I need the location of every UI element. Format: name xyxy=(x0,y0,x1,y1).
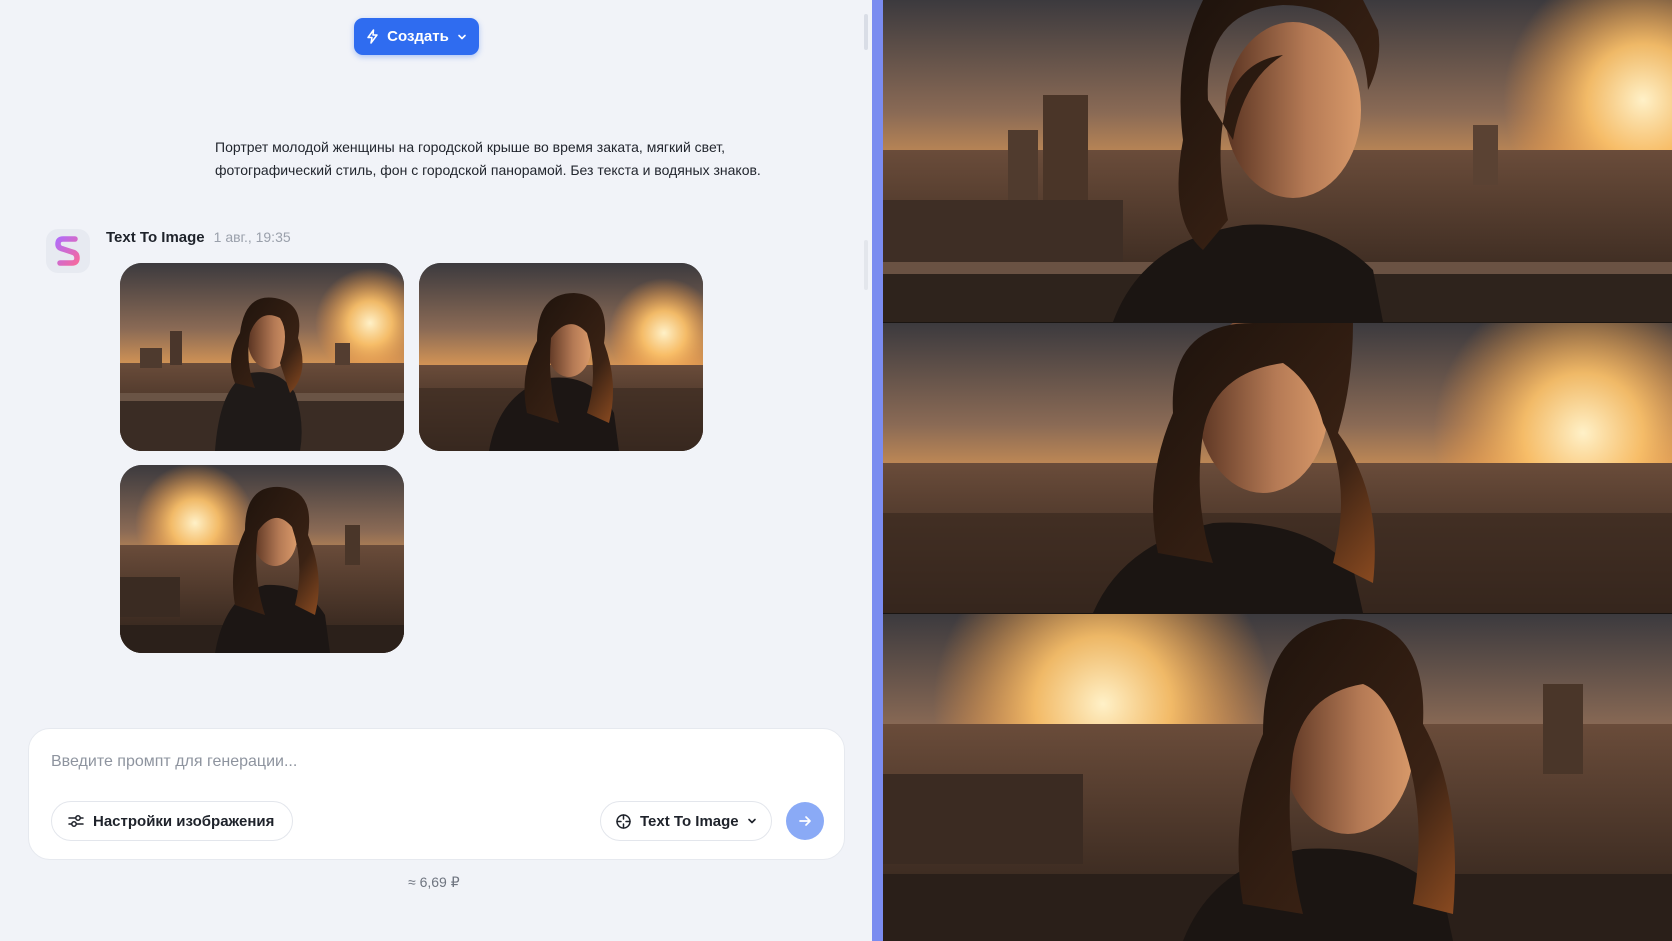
message-header: Text To Image 1 авг., 19:35 xyxy=(106,229,291,246)
prompt-composer: Настройки изображения Text To Image xyxy=(28,728,845,860)
preview-image[interactable] xyxy=(883,614,1672,941)
scrollbar-thumb[interactable] xyxy=(864,14,868,50)
chevron-down-icon xyxy=(458,34,466,39)
message-timestamp: 1 авг., 19:35 xyxy=(213,229,291,245)
generated-image-thumbnail[interactable] xyxy=(419,263,703,451)
generated-image-thumbnail[interactable] xyxy=(120,465,404,653)
prompt-line-1: Портрет молодой женщины на городской кры… xyxy=(215,139,726,155)
image-settings-button[interactable]: Настройки изображения xyxy=(51,801,294,841)
generated-image-thumbnail[interactable] xyxy=(120,263,404,451)
scrollbar-thumb[interactable] xyxy=(864,240,868,290)
app-logo-icon xyxy=(55,236,80,266)
chat-panel: Создать Портрет молодой женщины на город… xyxy=(0,0,872,941)
create-button-label: Создать xyxy=(387,28,449,45)
message-title: Text To Image xyxy=(106,229,205,246)
prompt-input[interactable] xyxy=(51,753,811,771)
preview-image[interactable] xyxy=(883,323,1672,613)
model-selector[interactable]: Text To Image xyxy=(600,801,772,841)
image-settings-label: Настройки изображения xyxy=(93,812,275,830)
lightning-icon xyxy=(367,29,378,44)
model-icon xyxy=(616,813,631,829)
sliders-icon xyxy=(68,815,84,827)
model-selector-label: Text To Image xyxy=(640,812,739,830)
chevron-down-icon xyxy=(747,818,756,824)
image-preview-panel xyxy=(883,0,1672,941)
arrow-right-icon xyxy=(799,816,811,826)
generation-price: ≈ 6,69 ₽ xyxy=(408,874,460,890)
scrollbar[interactable] xyxy=(862,0,870,941)
create-button[interactable]: Создать xyxy=(354,18,479,55)
panel-divider[interactable] xyxy=(872,0,883,941)
send-button[interactable] xyxy=(786,802,824,840)
user-prompt-message: Портрет молодой женщины на городской кры… xyxy=(215,136,815,182)
prompt-line-2: фотографический стиль, фон с городской п… xyxy=(215,162,761,178)
avatar xyxy=(46,229,90,273)
preview-image[interactable] xyxy=(883,0,1672,322)
